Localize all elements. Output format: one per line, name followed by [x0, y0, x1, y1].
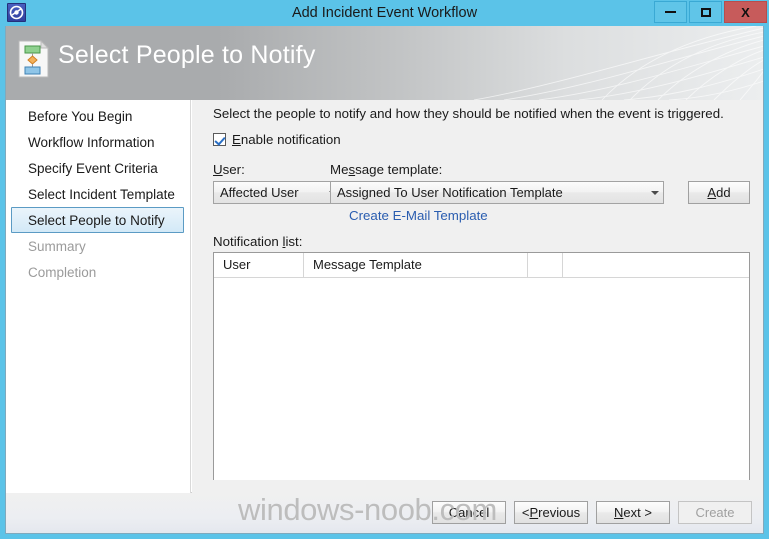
- wizard-steps-sidebar: Before You Begin Workflow Information Sp…: [5, 100, 191, 493]
- sidebar-item-before-you-begin[interactable]: Before You Begin: [11, 103, 184, 129]
- user-label-text: ser:: [222, 162, 245, 177]
- header-mesh-decoration: [473, 26, 764, 100]
- enable-notification-accel: E: [232, 132, 241, 147]
- footer-buttons: Cancel < Previous Next > Create: [432, 501, 752, 524]
- create-email-template-link[interactable]: Create E-Mail Template: [349, 208, 488, 223]
- wizard-window: Add Incident Event Workflow X Select Peo…: [0, 0, 769, 539]
- page-title: Select People to Notify: [58, 41, 316, 69]
- add-button-text: dd: [716, 185, 731, 200]
- enable-notification-text: nable notification: [240, 132, 341, 147]
- enable-notification-row[interactable]: Enable notification: [213, 132, 341, 147]
- minimize-button[interactable]: [654, 1, 687, 23]
- create-button-pre: Create: [695, 505, 735, 520]
- add-button[interactable]: Add: [688, 181, 750, 204]
- notification-list-label-text: ist:: [285, 234, 303, 249]
- notification-list-label: Notification list:: [213, 234, 302, 249]
- title-bar: Add Incident Event Workflow X: [0, 0, 769, 26]
- add-button-accel: A: [707, 185, 717, 200]
- instruction-text: Select the people to notify and how they…: [213, 106, 724, 121]
- workflow-document-icon: [18, 40, 49, 78]
- create-button: Create: [678, 501, 752, 524]
- sidebar-item-select-incident-template[interactable]: Select Incident Template: [11, 181, 184, 207]
- maximize-icon: [700, 7, 711, 17]
- page-header: Select People to Notify: [5, 26, 764, 100]
- sidebar-item-workflow-information[interactable]: Workflow Information: [11, 129, 184, 155]
- notification-list[interactable]: User Message Template: [213, 252, 750, 480]
- enable-notification-checkbox[interactable]: [213, 133, 226, 146]
- previous-button-accel: P: [529, 505, 539, 520]
- message-template-label-pre: Me: [330, 162, 349, 177]
- column-header-extra-1[interactable]: [528, 253, 563, 277]
- window-controls: X: [654, 1, 767, 23]
- wizard-body: Before You Begin Workflow Information Sp…: [5, 100, 764, 493]
- minimize-icon: [665, 11, 676, 13]
- user-label: User:: [213, 162, 245, 177]
- wizard-footer: Cancel < Previous Next > Create: [5, 493, 764, 534]
- message-template-dropdown[interactable]: Assigned To User Notification Template: [330, 181, 664, 204]
- message-template-label: Message template:: [330, 162, 442, 177]
- column-header-user[interactable]: User: [214, 253, 304, 277]
- chevron-down-icon: [646, 190, 663, 195]
- column-header-extra-2[interactable]: [563, 253, 749, 277]
- user-dropdown-value: Affected User: [220, 185, 299, 200]
- enable-notification-label: Enable notification: [232, 132, 341, 147]
- next-button-text: ext >: [623, 505, 652, 520]
- sidebar-item-completion: Completion: [28, 265, 97, 280]
- next-button-accel: N: [614, 505, 624, 520]
- user-dropdown[interactable]: Affected User: [213, 181, 342, 204]
- close-button[interactable]: X: [724, 1, 767, 23]
- cancel-button-pre: Cancel: [448, 505, 490, 520]
- message-template-dropdown-value: Assigned To User Notification Template: [337, 185, 563, 200]
- message-template-label-text: sage template:: [355, 162, 443, 177]
- notification-list-label-pre: Notification: [213, 234, 283, 249]
- previous-button[interactable]: < Previous: [514, 501, 588, 524]
- user-label-accel: U: [213, 162, 223, 177]
- notification-list-body[interactable]: [214, 278, 749, 480]
- column-header-message-template[interactable]: Message Template: [304, 253, 528, 277]
- wizard-content-panel: Select the people to notify and how they…: [192, 100, 764, 493]
- sidebar-item-summary: Summary: [28, 239, 86, 254]
- notification-list-header: User Message Template: [214, 253, 749, 278]
- cancel-button[interactable]: Cancel: [432, 501, 506, 524]
- sidebar-item-specify-event-criteria[interactable]: Specify Event Criteria: [11, 155, 184, 181]
- previous-button-pre: <: [521, 505, 530, 520]
- previous-button-text: revious: [538, 505, 581, 520]
- maximize-button[interactable]: [689, 1, 722, 23]
- sidebar-item-select-people-to-notify[interactable]: Select People to Notify: [11, 207, 184, 233]
- next-button[interactable]: Next >: [596, 501, 670, 524]
